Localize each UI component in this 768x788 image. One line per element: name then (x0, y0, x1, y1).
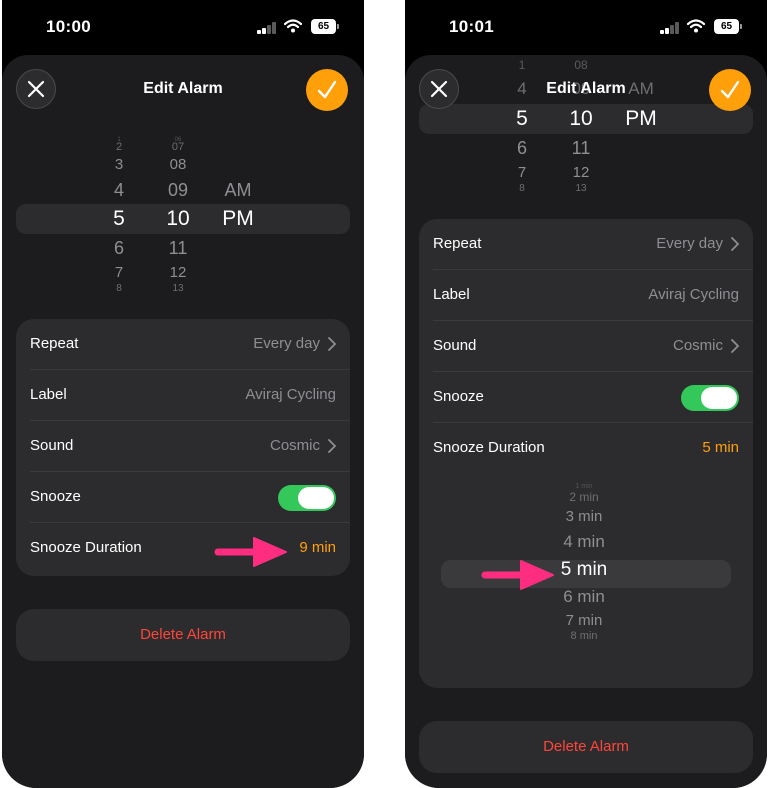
repeat-label: Repeat (30, 335, 79, 352)
label-value: Aviraj Cycling (245, 386, 336, 403)
minute-option: 08 (169, 156, 187, 173)
battery-icon: 65 (311, 19, 339, 34)
edit-alarm-sheet: 1 4 5 6 7 8 08 09 10 11 12 13 AM PM Edit… (405, 55, 767, 788)
chevron-right-icon (731, 237, 739, 251)
snooze-duration-value: 9 min (299, 539, 336, 556)
hour-option: 8 (519, 183, 525, 194)
wifi-icon (284, 19, 302, 33)
hour-option: 4 (113, 180, 124, 200)
snooze-toggle[interactable] (278, 485, 336, 511)
cellular-signal-icon (257, 22, 276, 34)
sheet-header: Edit Alarm (2, 55, 364, 125)
repeat-value: Every day (656, 235, 723, 252)
snooze-duration-row[interactable]: Snooze Duration 9 min (16, 523, 350, 574)
snooze-label: Snooze (30, 488, 81, 505)
snooze-row: Snooze (419, 372, 753, 423)
pink-arrow-annotation (481, 560, 554, 590)
label-row[interactable]: Label Aviraj Cycling (419, 270, 753, 321)
minute-option: 12 (572, 164, 590, 181)
sound-row[interactable]: Sound Cosmic (419, 321, 753, 372)
repeat-row[interactable]: Repeat Every day (16, 319, 350, 370)
period-option: AM (224, 180, 252, 200)
battery-icon: 65 (714, 19, 742, 34)
duration-option: 7 min (565, 612, 603, 629)
repeat-label: Repeat (433, 235, 482, 252)
delete-alarm-button[interactable]: Delete Alarm (419, 721, 753, 773)
duration-option: 4 min (563, 532, 605, 551)
minute-option: 09 (167, 180, 189, 200)
hour-option: 6 (516, 138, 527, 158)
duration-option: 3 min (565, 508, 603, 525)
sound-value: Cosmic (269, 437, 320, 454)
wifi-icon (687, 19, 705, 33)
save-button[interactable] (709, 69, 751, 111)
status-time: 10:00 (46, 17, 91, 36)
snooze-duration-label: Snooze Duration (433, 439, 545, 456)
hour-option: 8 (116, 283, 122, 294)
hour-selected: 5 (113, 207, 125, 230)
delete-alarm-button[interactable]: Delete Alarm (16, 609, 350, 661)
checkmark-icon (317, 80, 337, 99)
hour-option: 2 (115, 141, 123, 153)
period-selected: PM (625, 107, 657, 130)
snooze-duration-row[interactable]: Snooze Duration 5 min (419, 423, 753, 474)
label-value: Aviraj Cycling (648, 286, 739, 303)
edit-alarm-sheet: Edit Alarm 1 2 3 4 5 6 7 8 06 07 08 09 1… (2, 55, 364, 788)
sound-label: Sound (433, 337, 477, 354)
repeat-row[interactable]: Repeat Every day (419, 219, 753, 270)
pink-arrow-annotation (214, 537, 287, 567)
chevron-right-icon (328, 337, 336, 351)
phone-screen-left: 10:00 65 Edit Alarm 1 2 3 4 5 6 7 8 06 0… (2, 0, 364, 788)
status-bar: 10:01 65 (405, 0, 767, 56)
minute-option: 07 (171, 141, 185, 153)
alarm-settings-card: Repeat Every day Label Aviraj Cycling So… (16, 319, 350, 576)
minute-selected: 10 (569, 107, 593, 130)
minute-option: 11 (571, 138, 591, 158)
snooze-toggle[interactable] (681, 385, 739, 411)
snooze-duration-label: Snooze Duration (30, 539, 142, 556)
duration-option: 8 min (570, 630, 598, 642)
sound-value: Cosmic (672, 337, 723, 354)
hour-option: 6 (113, 238, 124, 258)
sound-row[interactable]: Sound Cosmic (16, 421, 350, 472)
hour-option: 7 (517, 164, 527, 181)
minute-option: 13 (172, 283, 184, 294)
label-label: Label (433, 286, 470, 303)
chevron-right-icon (731, 339, 739, 353)
label-row[interactable]: Label Aviraj Cycling (16, 370, 350, 421)
period-selected: PM (222, 207, 254, 230)
battery-level: 65 (720, 21, 733, 32)
snooze-duration-value: 5 min (702, 439, 739, 456)
status-time: 10:01 (449, 17, 494, 36)
label-label: Label (30, 386, 67, 403)
minute-selected: 10 (166, 207, 190, 230)
snooze-row: Snooze (16, 472, 350, 523)
hour-selected: 5 (516, 107, 528, 130)
sheet-header: Edit Alarm (405, 55, 767, 111)
checkmark-icon (720, 80, 740, 99)
chevron-right-icon (328, 439, 336, 453)
repeat-value: Every day (253, 335, 320, 352)
hour-option: 7 (114, 264, 124, 281)
alarm-settings-card: Repeat Every day Label Aviraj Cycling So… (419, 219, 753, 688)
sound-label: Sound (30, 437, 74, 454)
phone-screen-right: 10:01 65 1 4 5 6 7 8 08 09 10 11 12 13 A… (405, 0, 767, 788)
minute-option: 11 (168, 238, 188, 258)
battery-level: 65 (317, 21, 330, 32)
status-bar: 10:00 65 (2, 0, 364, 56)
minute-option: 13 (575, 183, 587, 194)
save-button[interactable] (306, 69, 348, 111)
duration-option: 2 min (569, 490, 599, 504)
hour-option: 3 (114, 156, 124, 173)
cellular-signal-icon (660, 22, 679, 34)
duration-option: 1 min (575, 483, 593, 490)
minute-option: 12 (169, 264, 187, 281)
snooze-label: Snooze (433, 388, 484, 405)
